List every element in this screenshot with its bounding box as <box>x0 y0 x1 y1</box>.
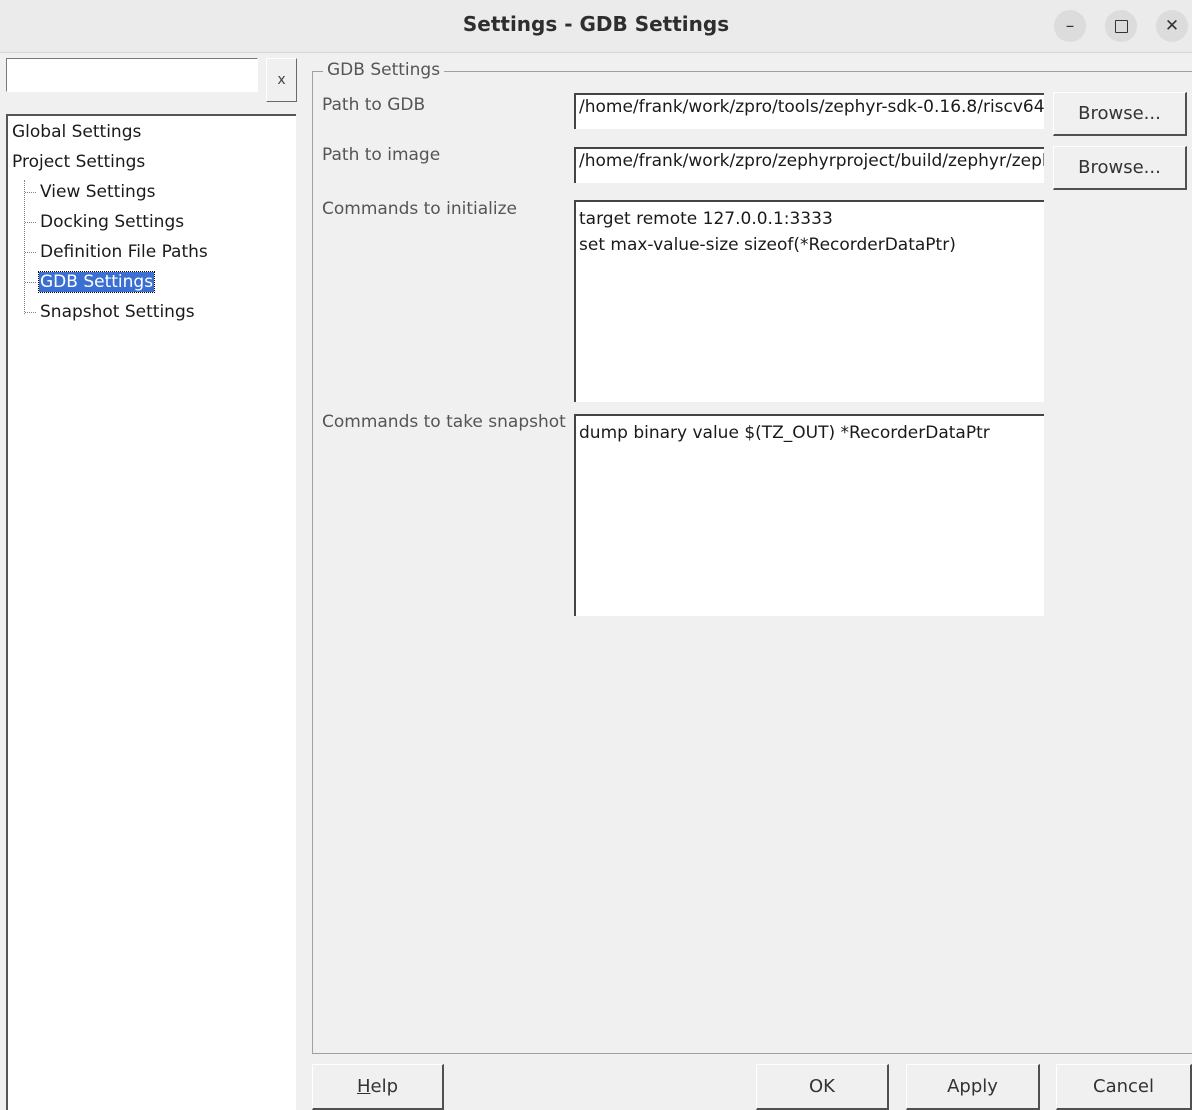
search-input[interactable] <box>7 59 257 91</box>
settings-tree[interactable]: Global Settings Project Settings View Se… <box>6 114 296 1110</box>
tree-item-gdb-settings[interactable]: GDB Settings <box>37 269 156 295</box>
close-button[interactable]: ✕ <box>1156 10 1188 42</box>
ok-button[interactable]: OK <box>756 1064 889 1110</box>
browse-gdb-button[interactable]: Browse... <box>1053 92 1187 136</box>
tree-item-snapshot-settings[interactable]: Snapshot Settings <box>40 299 195 325</box>
path-to-image-value: /home/frank/work/zpro/zephyrproject/buil… <box>579 151 1044 171</box>
path-to-gdb-label: Path to GDB <box>322 95 426 115</box>
tree-item-definition-file-paths[interactable]: Definition File Paths <box>40 239 208 265</box>
tree-item-project-settings[interactable]: Project Settings <box>12 149 145 175</box>
settings-window: Settings - GDB Settings – ✕ x Global Set… <box>0 0 1192 1110</box>
browse-image-button[interactable]: Browse... <box>1053 146 1187 190</box>
tree-connector <box>25 312 36 313</box>
minimize-button[interactable]: – <box>1054 10 1086 42</box>
settings-search-field[interactable] <box>6 58 258 92</box>
tree-item-label: GDB Settings <box>37 271 156 293</box>
commands-init-textarea[interactable]: target remote 127.0.0.1:3333 set max-val… <box>574 200 1044 402</box>
maximize-button[interactable] <box>1105 10 1137 42</box>
tree-connector <box>25 222 36 223</box>
help-button[interactable]: Help <box>312 1064 444 1110</box>
group-frame <box>312 1053 1192 1054</box>
maximize-icon <box>1114 19 1128 33</box>
minimize-icon: – <box>1065 16 1075 36</box>
help-label: elp <box>370 1076 399 1097</box>
tree-item-label: Project Settings <box>12 152 146 172</box>
group-frame <box>312 71 313 1054</box>
tree-connector <box>25 192 36 193</box>
window-title: Settings - GDB Settings <box>462 12 730 36</box>
path-to-image-label: Path to image <box>322 145 441 165</box>
tree-item-view-settings[interactable]: View Settings <box>40 179 155 205</box>
tree-item-docking-settings[interactable]: Docking Settings <box>40 209 184 235</box>
commands-snapshot-textarea[interactable]: dump binary value $(TZ_OUT) *RecorderDat… <box>574 414 1044 616</box>
group-title: GDB Settings <box>323 60 445 80</box>
path-to-image-field[interactable]: /home/frank/work/zpro/zephyrproject/buil… <box>574 147 1044 183</box>
apply-button[interactable]: Apply <box>906 1064 1040 1110</box>
tree-item-global-settings[interactable]: Global Settings <box>12 119 141 145</box>
tree-connector <box>25 282 36 283</box>
commands-init-label: Commands to initialize <box>322 199 517 219</box>
path-to-gdb-field[interactable]: /home/frank/work/zpro/tools/zephyr-sdk-0… <box>574 93 1044 129</box>
tree-item-label: Snapshot Settings <box>40 302 195 322</box>
tree-item-label: Definition File Paths <box>40 242 208 262</box>
clear-search-button[interactable]: x <box>266 58 297 102</box>
path-to-gdb-value: /home/frank/work/zpro/tools/zephyr-sdk-0… <box>579 97 1044 117</box>
tree-item-label: Docking Settings <box>40 212 185 232</box>
tree-item-label: Global Settings <box>12 122 142 142</box>
close-icon: ✕ <box>1164 16 1180 36</box>
tree-connector <box>24 180 25 314</box>
commands-snapshot-label: Commands to take snapshot <box>322 412 566 432</box>
tree-connector <box>25 252 36 253</box>
commands-init-line: target remote 127.0.0.1:3333 <box>579 209 833 229</box>
cancel-button[interactable]: Cancel <box>1056 1064 1192 1110</box>
commands-init-line: set max-value-size sizeof(*RecorderDataP… <box>579 235 956 255</box>
title-bar: Settings - GDB Settings – ✕ <box>0 0 1192 53</box>
help-mnemonic: H <box>356 1076 371 1097</box>
tree-item-label: View Settings <box>40 182 156 202</box>
commands-snapshot-line: dump binary value $(TZ_OUT) *RecorderDat… <box>579 423 990 443</box>
